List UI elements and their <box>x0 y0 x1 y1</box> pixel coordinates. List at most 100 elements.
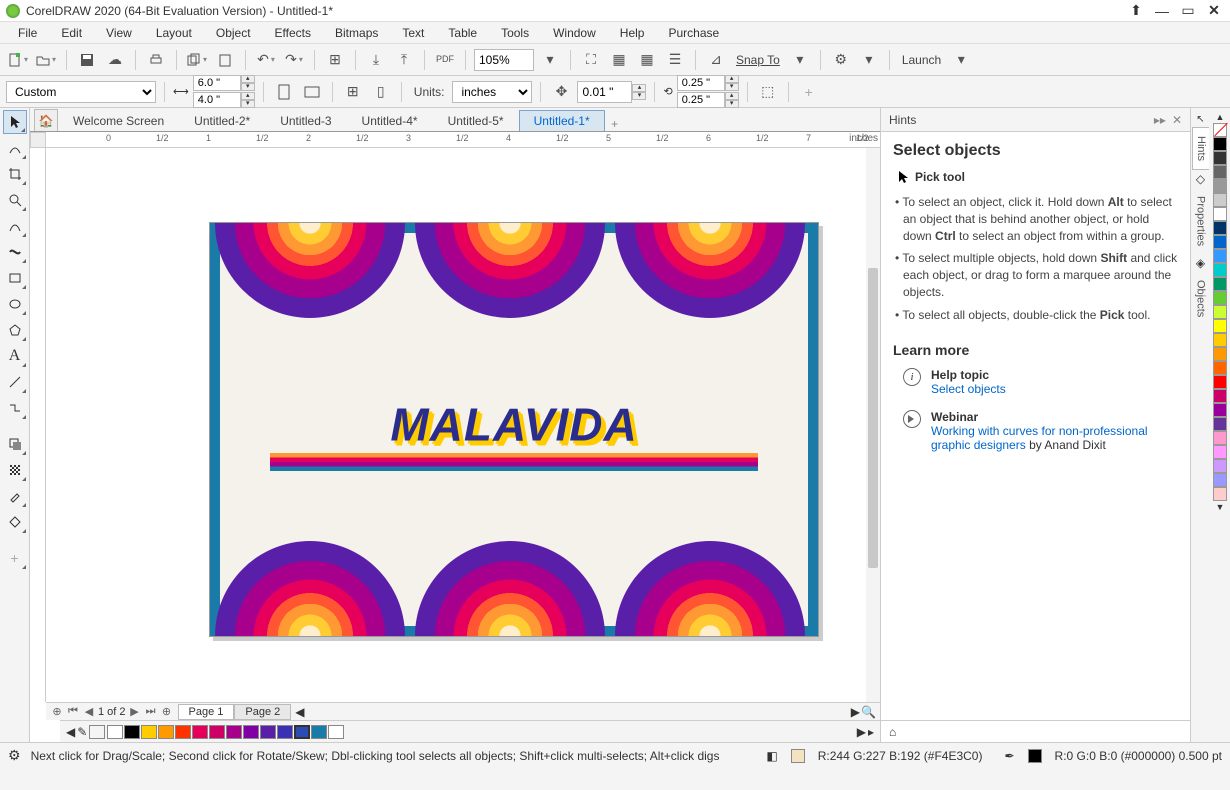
color-swatch[interactable] <box>1213 165 1227 179</box>
palette-swatch[interactable] <box>311 725 327 739</box>
docker-collapse-icon[interactable]: ▸▸ <box>1154 113 1166 127</box>
menu-effects[interactable]: Effects <box>263 26 323 40</box>
tab-add[interactable]: + <box>605 117 625 131</box>
all-pages-button[interactable]: ⊞ <box>341 80 365 104</box>
save-button[interactable] <box>75 48 99 72</box>
maximize-button[interactable]: ▭ <box>1178 3 1198 19</box>
color-swatch[interactable] <box>1213 123 1227 137</box>
fill-tool[interactable] <box>3 510 27 534</box>
docker-home-icon[interactable]: ⌂ <box>889 725 896 739</box>
polygon-tool[interactable] <box>3 318 27 342</box>
menu-table[interactable]: Table <box>436 26 489 40</box>
menu-object[interactable]: Object <box>204 26 263 40</box>
palette-swatch[interactable] <box>260 725 276 739</box>
guides-button[interactable]: ☰ <box>663 48 687 72</box>
artistic-media-tool[interactable] <box>3 240 27 264</box>
add-tool[interactable]: + <box>3 546 27 570</box>
palette-swatch[interactable] <box>158 725 174 739</box>
snap-icon[interactable]: ⊿ <box>704 48 728 72</box>
eyedropper-tool[interactable] <box>3 484 27 508</box>
tab-untitled5[interactable]: Untitled-5* <box>433 110 519 131</box>
page-next[interactable]: ▶ <box>128 705 142 718</box>
options-dropdown[interactable]: ▾ <box>857 48 881 72</box>
color-swatch[interactable] <box>1213 445 1227 459</box>
docker-tab-objects[interactable]: Objects <box>1193 272 1209 325</box>
close-button[interactable]: ✕ <box>1204 3 1224 19</box>
color-swatch[interactable] <box>1213 249 1227 263</box>
print-button[interactable] <box>144 48 168 72</box>
color-swatch[interactable] <box>1213 459 1227 473</box>
connector-tool[interactable] <box>3 396 27 420</box>
color-swatch[interactable] <box>1213 151 1227 165</box>
color-swatch[interactable] <box>1213 347 1227 361</box>
menu-file[interactable]: File <box>6 26 49 40</box>
pdf-button[interactable]: PDF <box>433 48 457 72</box>
zoom-input[interactable] <box>474 49 534 71</box>
palette-eyedropper-icon[interactable]: ✎ <box>77 725 87 739</box>
vertical-scrollbar[interactable] <box>866 148 880 702</box>
freehand-tool[interactable] <box>3 214 27 238</box>
page-preset[interactable]: Custom <box>6 81 156 103</box>
paste-button[interactable] <box>213 48 237 72</box>
docker-tab-objects-icon[interactable]: ◈ <box>1196 256 1205 270</box>
dup-x[interactable] <box>677 75 725 91</box>
menu-text[interactable]: Text <box>390 26 436 40</box>
color-swatch[interactable] <box>1213 263 1227 277</box>
nudge-input[interactable] <box>577 81 632 103</box>
color-swatch[interactable] <box>1213 403 1227 417</box>
launch-dropdown[interactable]: ▾ <box>949 48 973 72</box>
palette-menu[interactable]: ▸ <box>868 725 874 739</box>
units-select[interactable]: inches <box>452 81 532 103</box>
canvas[interactable]: MALAVIDA <box>46 148 880 702</box>
color-swatch[interactable] <box>1213 361 1227 375</box>
palette-down[interactable]: ▼ <box>1216 502 1225 512</box>
color-swatch[interactable] <box>1213 221 1227 235</box>
page-width[interactable] <box>193 75 241 91</box>
menu-view[interactable]: View <box>94 26 144 40</box>
copy-button[interactable] <box>185 48 209 72</box>
page-prev[interactable]: ◀ <box>82 705 96 718</box>
docker-tab-hints[interactable]: Hints <box>1192 127 1209 170</box>
outline-swatch[interactable] <box>1028 749 1042 763</box>
transparency-tool[interactable] <box>3 458 27 482</box>
treat-as-filled-button[interactable]: ⬚ <box>756 80 780 104</box>
docker-tab-props-icon[interactable]: ◇ <box>1196 172 1205 186</box>
status-gear-icon[interactable]: ⚙ <box>8 747 21 764</box>
ruler-horizontal[interactable]: 01/211/2 21/231/2 41/251/2 61/271/2 inch… <box>46 132 880 148</box>
color-swatch[interactable] <box>1213 137 1227 151</box>
color-swatch[interactable] <box>1213 487 1227 501</box>
page-tab-2[interactable]: Page 2 <box>234 704 291 720</box>
new-button[interactable] <box>6 48 30 72</box>
color-swatch[interactable] <box>1213 291 1227 305</box>
tab-untitled2[interactable]: Untitled-2* <box>179 110 265 131</box>
menu-layout[interactable]: Layout <box>144 26 204 40</box>
tab-untitled4[interactable]: Untitled-4* <box>347 110 433 131</box>
add-button[interactable]: + <box>797 80 821 104</box>
undo-button[interactable]: ↶ <box>254 48 278 72</box>
menu-tools[interactable]: Tools <box>489 26 541 40</box>
menu-help[interactable]: Help <box>608 26 657 40</box>
palette-right[interactable]: ▶ <box>857 725 866 739</box>
color-swatch[interactable] <box>1213 417 1227 431</box>
landscape-button[interactable] <box>300 80 324 104</box>
zoom-tool[interactable] <box>3 188 27 212</box>
docker-close-icon[interactable]: ✕ <box>1172 113 1182 127</box>
color-swatch[interactable] <box>1213 277 1227 291</box>
home-tab[interactable]: 🏠 <box>34 109 58 131</box>
menu-bitmaps[interactable]: Bitmaps <box>323 26 390 40</box>
palette-swatch[interactable] <box>141 725 157 739</box>
palette-swatch[interactable] <box>192 725 208 739</box>
menu-window[interactable]: Window <box>541 26 608 40</box>
open-button[interactable] <box>34 48 58 72</box>
zoom-dropdown[interactable]: ▾ <box>538 48 562 72</box>
redo-button[interactable]: ↷ <box>282 48 306 72</box>
rulers-button[interactable]: ▦ <box>607 48 631 72</box>
options-button[interactable]: ⚙ <box>829 48 853 72</box>
page-tab-1[interactable]: Page 1 <box>178 704 235 720</box>
color-swatch[interactable] <box>1213 389 1227 403</box>
page-height[interactable] <box>193 92 241 108</box>
page-first[interactable]: ⏮ <box>66 705 80 718</box>
find-button[interactable]: ⊞ <box>323 48 347 72</box>
minimize-button[interactable]: — <box>1152 3 1172 19</box>
docker-tab-arrow-icon[interactable]: ↖ <box>1196 114 1204 125</box>
